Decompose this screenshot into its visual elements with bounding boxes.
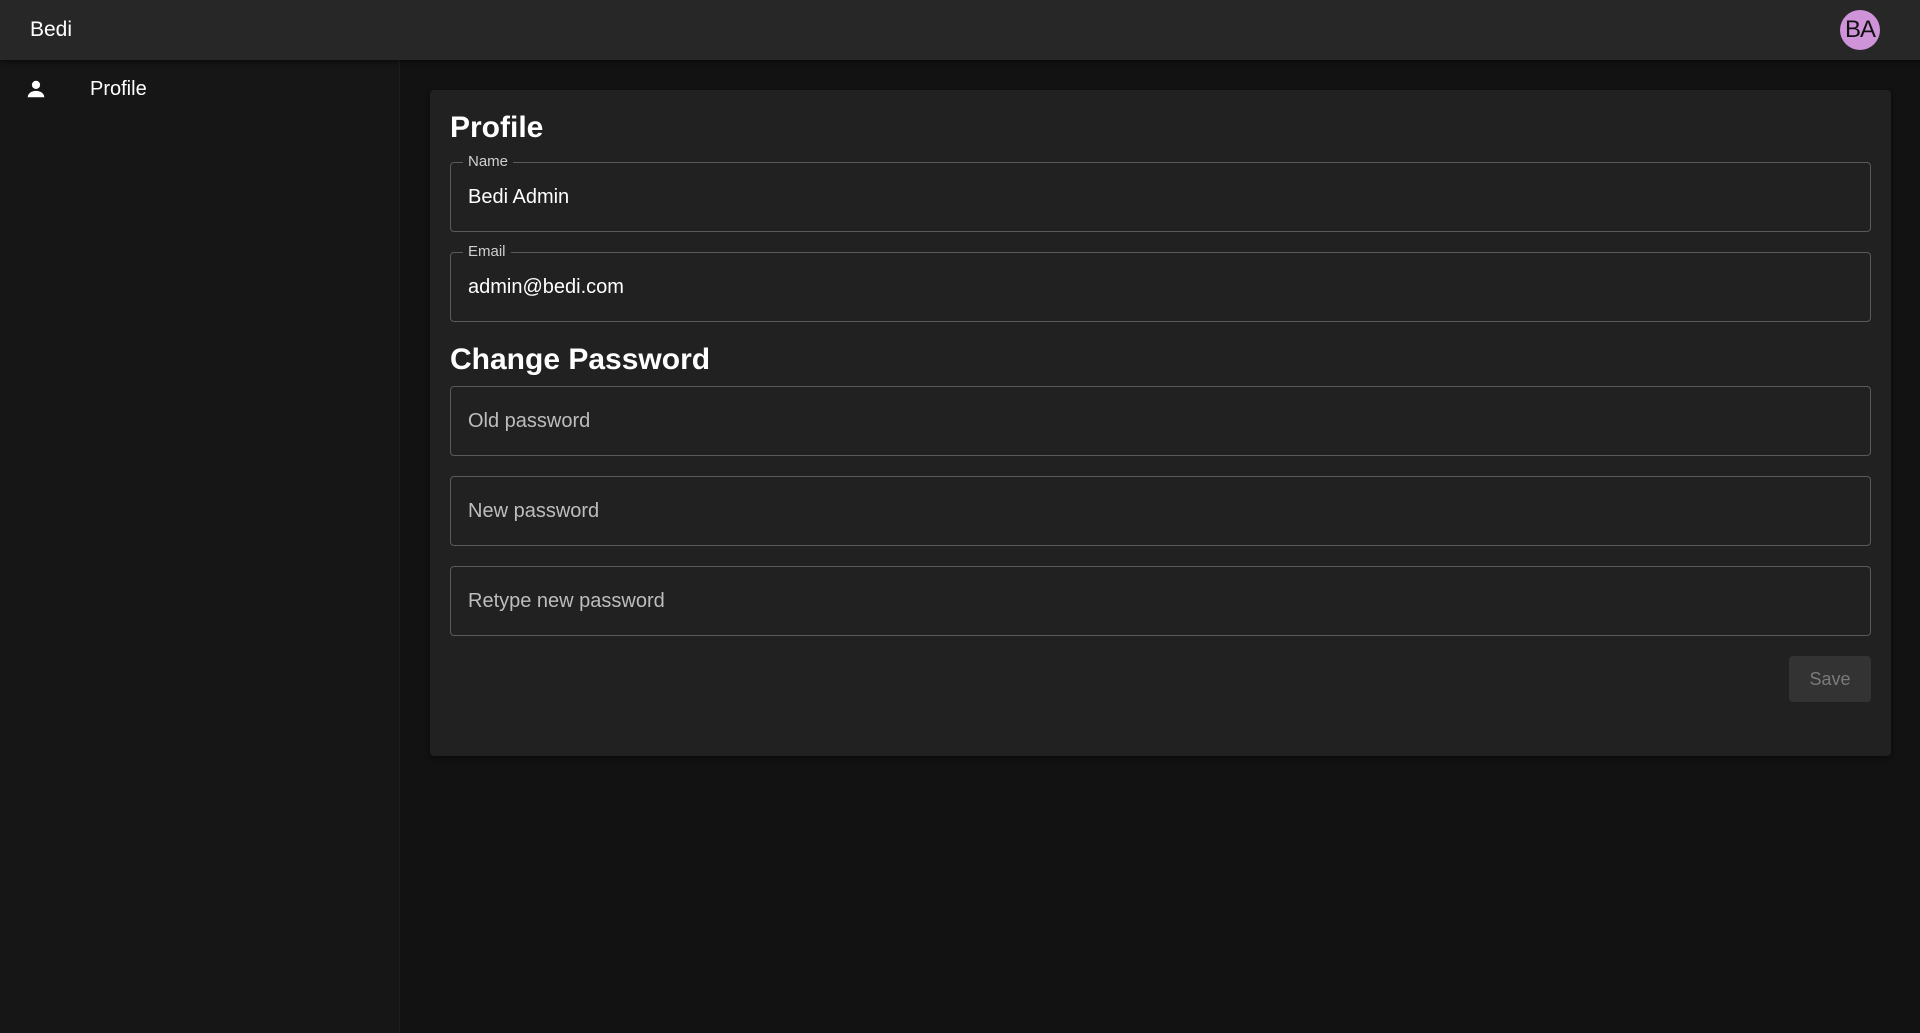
new-password-input[interactable] <box>451 477 1870 545</box>
form-actions: Save <box>450 656 1871 702</box>
sidebar: Profile <box>0 60 400 1033</box>
sidebar-item-label: Profile <box>90 77 147 100</box>
name-field: Name <box>450 154 1871 232</box>
email-field-label: Email <box>463 244 511 260</box>
person-icon <box>24 77 48 101</box>
retype-password-input[interactable] <box>451 567 1870 635</box>
save-button[interactable]: Save <box>1789 656 1871 702</box>
new-password-field <box>450 476 1871 546</box>
user-avatar[interactable]: BA <box>1840 10 1880 50</box>
sidebar-item-profile[interactable]: Profile <box>0 60 399 118</box>
profile-card: Profile Name Email Change Password Save <box>430 90 1891 756</box>
name-field-label: Name <box>463 154 514 170</box>
brand-title[interactable]: Bedi <box>30 18 72 42</box>
retype-password-field <box>450 566 1871 636</box>
old-password-input[interactable] <box>451 387 1870 455</box>
email-input[interactable] <box>451 253 1870 321</box>
app-bar: Bedi BA <box>0 0 1920 60</box>
email-field: Email <box>450 244 1871 322</box>
old-password-field <box>450 386 1871 456</box>
profile-title: Profile <box>450 111 544 144</box>
name-input[interactable] <box>451 163 1870 231</box>
change-password-title: Change Password <box>450 343 711 376</box>
